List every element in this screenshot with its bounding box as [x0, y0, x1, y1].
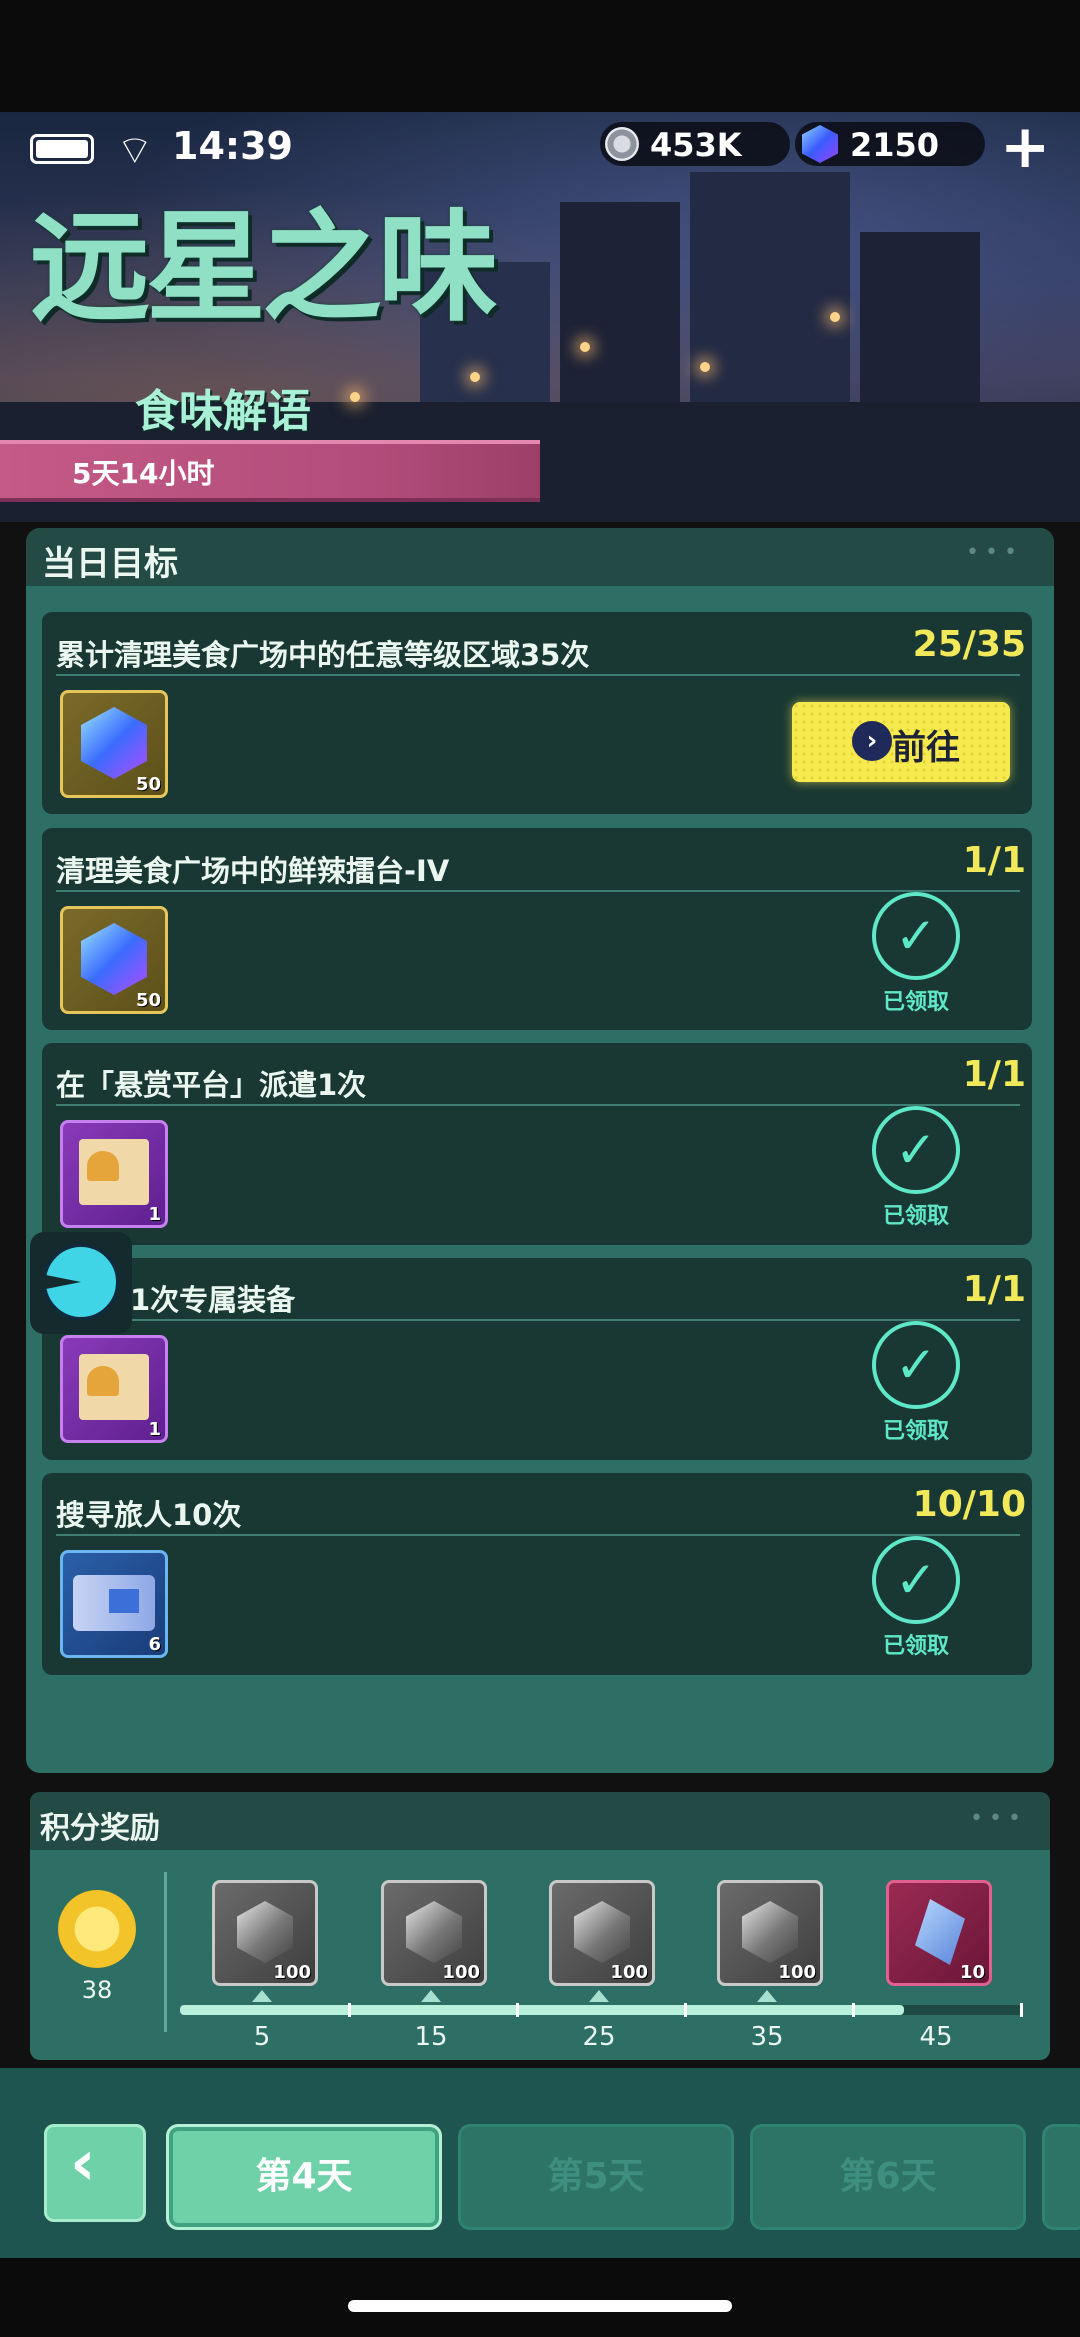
reward-item[interactable]: 6 [60, 1550, 168, 1658]
reward-qty: 100 [610, 1962, 648, 1983]
silver-cube-icon [742, 1901, 798, 1963]
reward-qty: 50 [135, 774, 161, 795]
task-title: 累计清理美食广场中的任意等级区域35次 [56, 638, 590, 672]
tab-day-5[interactable]: 第5天 [458, 2124, 734, 2230]
food-card-icon [79, 1139, 149, 1205]
task-progress: 10/10 [912, 1484, 1026, 1525]
claimed-label: 已领取 [882, 1634, 949, 1659]
milestone-label: 25 [582, 2022, 616, 2052]
points-progress-fill [180, 2005, 904, 2015]
divider [56, 674, 1020, 676]
task-progress: 25/35 [912, 624, 1026, 665]
tab-day-6[interactable]: 第6天 [750, 2124, 1026, 2230]
milestone-label: 45 [919, 2022, 953, 2052]
task-progress: 1/1 [962, 1054, 1026, 1095]
battery-icon [30, 134, 94, 164]
divider [56, 1534, 1020, 1536]
task-progress: 1/1 [962, 1269, 1026, 1310]
home-indicator-area [0, 2258, 1080, 2337]
points-value: 38 [81, 1976, 113, 2004]
silver-cube-icon [574, 1901, 630, 1963]
task-title: 在「悬赏平台」派遣1次 [56, 1068, 367, 1102]
claimed-label: 已领取 [882, 1204, 949, 1229]
top-black-bar [0, 0, 1080, 112]
more-dots-icon: ••• [970, 1806, 1027, 1831]
reward-item[interactable]: 1 [60, 1120, 168, 1228]
check-icon: ✓ [872, 892, 960, 980]
task-progress: 1/1 [962, 840, 1026, 881]
gem-cube-icon [81, 707, 147, 779]
reward-item[interactable]: 1 [60, 1335, 168, 1443]
plus-icon[interactable]: + [1000, 112, 1050, 182]
reward-qty: 100 [273, 1962, 311, 1983]
event-timer: 5天14小时 [72, 457, 215, 490]
home-indicator[interactable] [348, 2300, 732, 2312]
milestone-reward[interactable]: 100 [212, 1880, 318, 1986]
task-title: 搜寻旅人10次 [56, 1498, 242, 1532]
check-icon: ✓ [872, 1321, 960, 1409]
reward-item[interactable]: 50 [60, 690, 168, 798]
reward-qty: 100 [442, 1962, 480, 1983]
chevron-left-icon: ‹ [70, 2126, 96, 2199]
event-subtitle-art: 食味解语 [135, 386, 311, 437]
tab-day-4[interactable]: 第4天 [166, 2124, 442, 2230]
check-icon: ✓ [872, 1106, 960, 1194]
tab-day-next[interactable] [1042, 2124, 1080, 2230]
milestone-label: 15 [414, 2022, 448, 2052]
milestone-marker [421, 1990, 441, 2002]
silver-coin-icon [605, 127, 639, 161]
progress-tick [516, 2003, 519, 2017]
progress-tick [348, 2003, 351, 2017]
reward-qty: 1 [148, 1204, 161, 1225]
wifi-icon: ⌔ [116, 128, 154, 174]
daily-goals-header [26, 528, 1054, 586]
ticket-icon [73, 1575, 155, 1631]
milestone-label: 35 [750, 2022, 784, 2052]
silver-cube-icon [406, 1901, 462, 1963]
points-rewards-title: 积分奖励 [40, 1811, 160, 1846]
points-rewards-header [30, 1792, 1050, 1850]
milestone-reward[interactable]: 100 [549, 1880, 655, 1986]
progress-tick [684, 2003, 687, 2017]
daily-goals-title: 当日目标 [42, 544, 178, 584]
gold-coin-icon [58, 1890, 136, 1968]
milestone-reward[interactable]: 100 [717, 1880, 823, 1986]
go-button-label: 前往 [892, 728, 960, 768]
progress-tick [852, 2003, 855, 2017]
gem-amount: 2150 [850, 126, 940, 164]
reward-qty: 6 [148, 1634, 161, 1655]
divider [56, 1319, 1020, 1321]
divider [56, 1104, 1020, 1106]
milestone-marker [252, 1990, 272, 2002]
arrow-right-icon: › [852, 721, 892, 761]
divider [56, 890, 1020, 892]
milestone-label: 5 [253, 2022, 271, 2052]
coin-amount: 453K [650, 126, 742, 164]
check-icon: ✓ [872, 1536, 960, 1624]
milestone-reward[interactable]: 10 [886, 1880, 992, 1986]
silver-cube-icon [237, 1901, 293, 1963]
divider [164, 1872, 167, 2032]
milestone-marker [589, 1990, 609, 2002]
progress-tick [1020, 2003, 1023, 2017]
claimed-label: 已领取 [882, 990, 949, 1015]
more-dots-icon: ••• [966, 540, 1023, 565]
reward-qty: 10 [959, 1962, 985, 1983]
reward-qty: 100 [778, 1962, 816, 1983]
task-title: 清理美食广场中的鲜辣擂台-IV [56, 854, 450, 888]
claimed-label: 已领取 [882, 1419, 949, 1444]
milestone-reward[interactable]: 100 [381, 1880, 487, 1986]
crystal-icon [915, 1899, 965, 1965]
task-title: 1次专属装备 [130, 1283, 296, 1317]
food-card-icon [79, 1354, 149, 1420]
status-time: 14:39 [172, 124, 293, 168]
reward-qty: 50 [135, 990, 161, 1011]
reward-item[interactable]: 50 [60, 906, 168, 1014]
gem-cube-icon [81, 923, 147, 995]
event-title-art: 远星之味 [30, 197, 498, 338]
reward-qty: 1 [148, 1419, 161, 1440]
milestone-marker [757, 1990, 777, 2002]
